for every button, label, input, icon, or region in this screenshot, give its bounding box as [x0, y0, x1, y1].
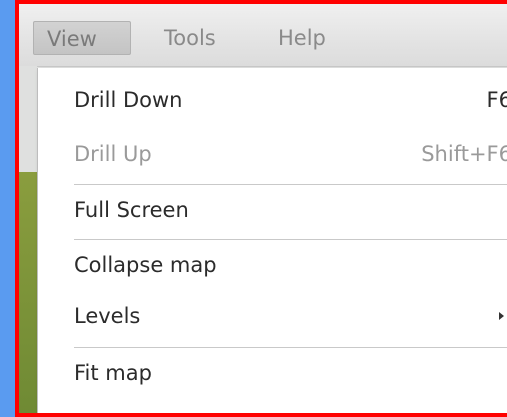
menu-item-drill-up[interactable]: Drill Up Shift+F6 [38, 132, 507, 180]
menu-separator [74, 239, 507, 240]
menu-item-collapse-map[interactable]: Collapse map [38, 243, 507, 291]
menu-help[interactable]: Help [265, 21, 339, 55]
menu-item-drill-down[interactable]: Drill Down F6 [38, 78, 507, 126]
screen: View Tools Help Drill Down F6 Drill Up S… [0, 0, 507, 417]
menu-separator [74, 347, 507, 348]
menu-item-full-screen[interactable]: Full Screen [38, 188, 507, 236]
menu-item-label: Levels [74, 304, 141, 328]
view-dropdown-menu: Drill Down F6 Drill Up Shift+F6 Full Scr… [37, 68, 507, 413]
menu-item-levels[interactable]: Levels [38, 294, 507, 342]
shortcut-label: Shift+F6 [421, 142, 507, 166]
menu-item-label: Collapse map [74, 253, 217, 277]
menu-view[interactable]: View [33, 21, 131, 55]
chevron-right-icon [499, 312, 504, 320]
menu-item-label: Full Screen [74, 198, 189, 222]
menu-separator [74, 184, 507, 185]
menu-item-label: Fit map [74, 361, 152, 385]
shortcut-label: F6 [486, 88, 507, 112]
map-area [19, 172, 37, 413]
app-window: View Tools Help Drill Down F6 Drill Up S… [19, 4, 507, 413]
menubar: View Tools Help [19, 4, 507, 67]
menu-item-fit-map[interactable]: Fit map [38, 351, 507, 399]
menu-item-label: Drill Up [74, 142, 152, 166]
menu-tools[interactable]: Tools [151, 21, 229, 55]
menu-item-label: Drill Down [74, 88, 183, 112]
